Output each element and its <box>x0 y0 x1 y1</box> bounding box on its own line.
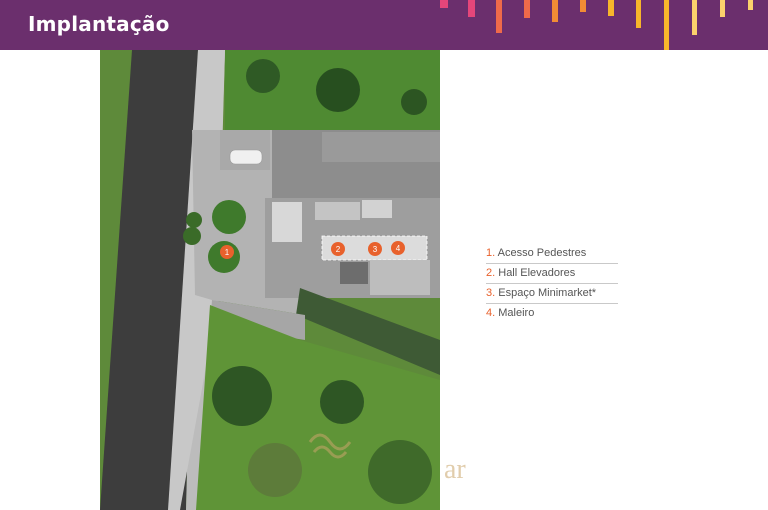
bar <box>496 0 502 33</box>
marker-2: 2 <box>331 242 345 256</box>
legend-item: 3. Espaço Minimarket* <box>486 284 618 304</box>
bar <box>440 0 448 8</box>
legend-number: 1. <box>486 247 496 259</box>
tree <box>212 200 246 234</box>
tree <box>316 68 360 112</box>
svg-text:2: 2 <box>336 245 341 254</box>
bar <box>636 0 641 28</box>
svg-text:1: 1 <box>225 248 230 257</box>
bar <box>748 0 753 10</box>
svg-text:3: 3 <box>373 245 378 254</box>
bar <box>608 0 614 16</box>
legend: 1. Acesso Pedestres 2. Hall Elevadores 3… <box>486 244 618 323</box>
marker-4: 4 <box>391 241 405 255</box>
bar <box>664 0 669 50</box>
legend-item: 2. Hall Elevadores <box>486 264 618 284</box>
tree <box>212 366 272 426</box>
legend-text: Acesso Pedestres <box>495 247 587 259</box>
watermark-text: ar <box>444 454 466 485</box>
tree <box>320 380 364 424</box>
car-icon <box>229 149 263 165</box>
legend-item: 4. Maleiro <box>486 304 618 323</box>
legend-number: 3. <box>486 287 496 299</box>
bar <box>580 0 586 12</box>
site-plan: 1 2 3 4 <box>100 50 440 510</box>
legend-number: 4. <box>486 307 496 319</box>
tree <box>248 443 302 497</box>
tree <box>368 440 432 504</box>
legend-item: 1. Acesso Pedestres <box>486 244 618 264</box>
header-bar: Implantação <box>0 0 768 50</box>
tree <box>186 212 202 228</box>
legend-text: Espaço Minimarket* <box>495 287 597 299</box>
bar <box>692 0 697 35</box>
legend-text: Hall Elevadores <box>495 267 576 279</box>
tree <box>401 89 427 115</box>
bar <box>552 0 558 22</box>
marker-1: 1 <box>220 245 234 259</box>
legend-text: Maleiro <box>495 307 535 319</box>
legend-number: 2. <box>486 267 496 279</box>
decorative-bars <box>440 0 753 50</box>
svg-text:4: 4 <box>396 244 401 253</box>
bar <box>524 0 530 18</box>
bar <box>720 0 725 17</box>
marker-3: 3 <box>368 242 382 256</box>
tree <box>246 59 280 93</box>
bar <box>468 0 475 17</box>
tree <box>183 227 201 245</box>
